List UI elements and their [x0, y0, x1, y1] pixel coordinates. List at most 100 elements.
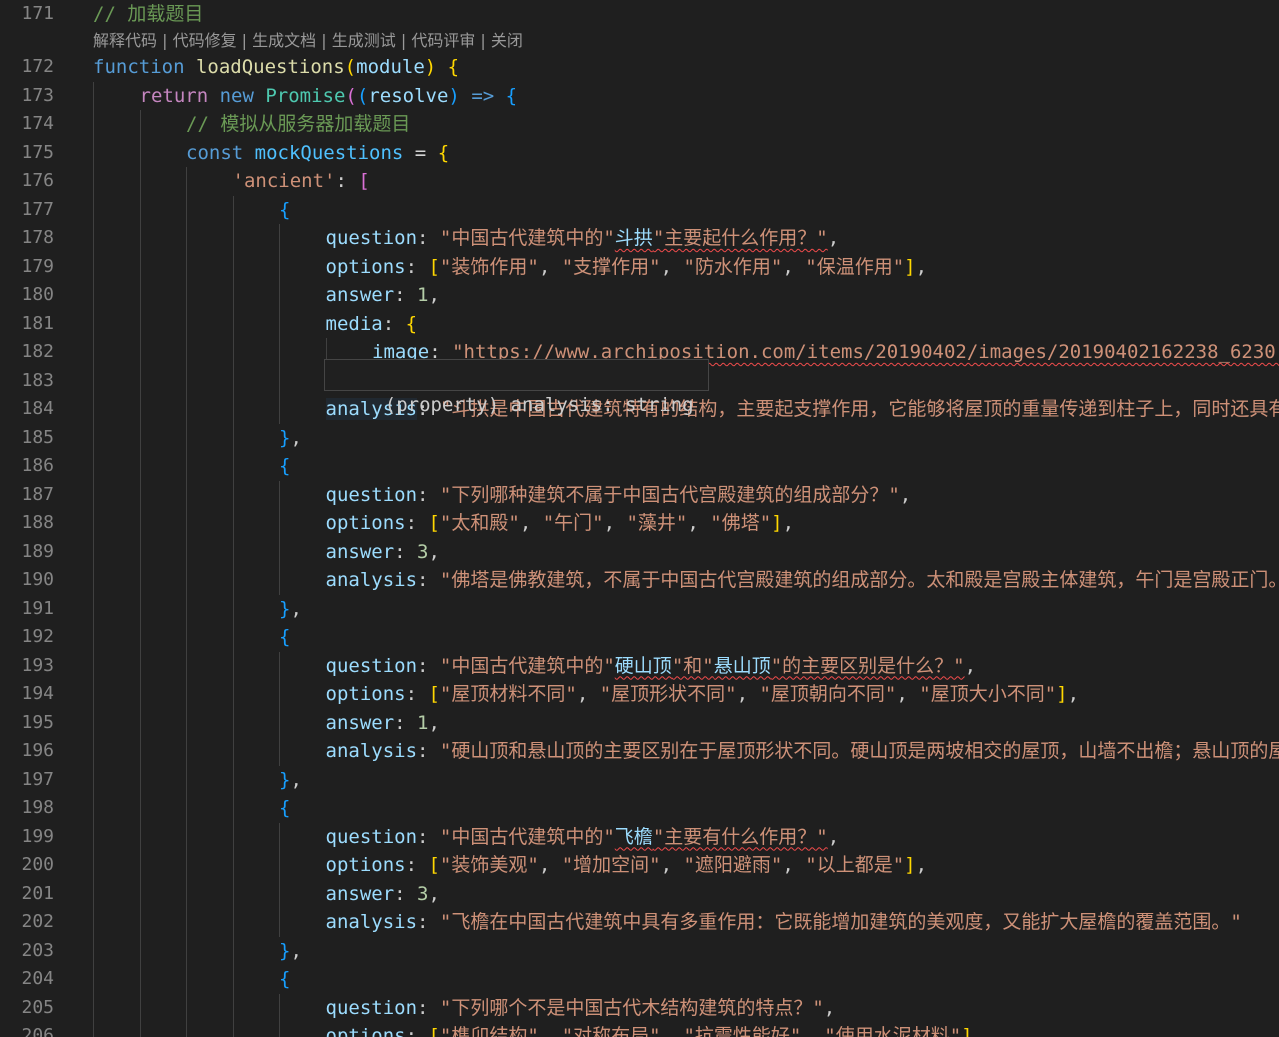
codelens-separator: | — [395, 31, 412, 50]
code-token: "屋顶大小不同" — [919, 683, 1057, 705]
code-token: = — [403, 141, 438, 164]
code-line[interactable]: { — [279, 623, 290, 652]
line-number: 176 — [21, 170, 54, 191]
code-token: // 模拟从服务器加载题目 — [186, 113, 411, 135]
code-line[interactable]: }, — [279, 424, 302, 453]
code-line[interactable]: question: "下列哪种建筑不属于中国古代宫殿建筑的组成部分？", — [326, 481, 912, 510]
line-number: 177 — [21, 198, 54, 220]
code-line[interactable]: answer: 3, — [326, 880, 440, 909]
code-line[interactable]: question: "中国古代建筑中的"硬山顶"和"悬山顶"的主要区别是什么？"… — [326, 652, 977, 681]
code-token: ] — [771, 512, 783, 534]
code-token: , — [660, 854, 684, 876]
code-token: { — [279, 626, 291, 648]
code-token: "藻井" — [626, 512, 688, 534]
code-token: , — [428, 540, 440, 563]
code-line[interactable]: const mockQuestions = { — [186, 139, 449, 168]
code-line[interactable]: }, — [279, 595, 302, 624]
code-token: options — [325, 1025, 406, 1037]
code-line[interactable]: // 加载题目 — [93, 0, 203, 29]
code-line[interactable]: // 模拟从服务器加载题目 — [186, 110, 410, 139]
code-token: "和" — [671, 654, 714, 677]
code-token: , — [519, 512, 543, 534]
codelens-action-5[interactable]: 代码评审 — [411, 31, 475, 50]
code-token: options — [325, 512, 406, 534]
codelens-action-3[interactable]: 生成文档 — [252, 31, 316, 50]
code-token: , — [576, 683, 600, 705]
code-token: , — [290, 768, 302, 791]
code-line[interactable]: { — [279, 794, 290, 823]
codelens-action-6[interactable]: 关闭 — [491, 31, 523, 50]
codelens-separator: | — [157, 31, 173, 50]
code-line[interactable]: analysis: "佛塔是佛教建筑，不属于中国古代宫殿建筑的组成部分。太和殿是… — [326, 566, 1279, 595]
code-token: : — [405, 255, 429, 278]
code-line[interactable]: analysis: "飞檐在中国古代建筑中具有多重作用：它既能增加建筑的美观度，… — [326, 908, 1242, 937]
code-token: , — [782, 255, 806, 278]
code-line[interactable]: media: { — [326, 310, 418, 339]
code-token: "飞檐在中国古代建筑中具有多重作用：它既能增加建筑的美观度，又能扩大屋檐的覆盖范… — [439, 911, 1242, 933]
line-number: 172 — [21, 56, 54, 77]
code-line[interactable]: question: "中国古代建筑中的"斗拱"主要起什么作用？", — [326, 224, 840, 253]
codelens-action-4[interactable]: 生成测试 — [332, 31, 396, 50]
code-token: , — [1067, 683, 1080, 705]
line-number: 178 — [21, 227, 54, 248]
line-number: 183 — [21, 369, 54, 391]
code-token: { — [279, 968, 291, 990]
code-token: { — [279, 455, 291, 477]
code-token: "榫卯结构" — [439, 1025, 539, 1037]
code-editor[interactable]: // 加载题目 function loadQuestions(module) {r… — [0, 0, 1279, 1037]
hover-tooltip-text: (property) analysis: string — [384, 394, 694, 416]
code-token: , — [428, 711, 440, 734]
code-line[interactable]: question: "下列哪个不是中国古代木结构建筑的特点？", — [326, 994, 836, 1023]
code-token: analysis — [325, 740, 418, 762]
code-token: "装饰作用" — [439, 255, 539, 278]
indent-guide — [232, 195, 234, 1037]
code-token: "抗震性能好" — [683, 1025, 802, 1037]
code-token: , — [538, 255, 562, 278]
code-token: "主要起什么作用？" — [652, 227, 828, 249]
code-line[interactable]: }, — [279, 766, 302, 795]
code-line[interactable]: answer: 1, — [326, 281, 440, 310]
code-token: 硬山顶 — [614, 654, 672, 677]
code-token: "装饰美观" — [439, 854, 539, 876]
code-line[interactable]: answer: 3, — [326, 538, 440, 567]
code-line[interactable]: 'ancient': [ — [233, 167, 370, 196]
code-line[interactable]: options: ["榫卯结构", "对称布局", "抗震性能好", "使用水泥… — [326, 1022, 973, 1037]
code-token: , — [538, 854, 562, 876]
indent-guide — [186, 167, 187, 1037]
code-token: } — [279, 597, 291, 620]
code-token: "的主要区别是什么？" — [770, 654, 965, 677]
code-line[interactable]: { — [279, 965, 290, 994]
code-token: } — [279, 768, 291, 791]
code-line[interactable]: options: ["装饰作用", "支撑作用", "防水作用", "保温作用"… — [326, 253, 928, 282]
line-number: 186 — [21, 455, 54, 476]
code-line[interactable]: }, — [279, 937, 302, 966]
code-token: ] — [904, 854, 916, 876]
code-line[interactable]: function loadQuestions(module) { — [93, 53, 459, 82]
codelens-action-1[interactable]: 解释代码 — [93, 31, 157, 50]
code-line[interactable]: options: ["太和殿", "午门", "藻井", "佛塔"], — [326, 509, 795, 538]
code-token: [ — [358, 170, 370, 192]
code-line[interactable]: options: ["屋顶材料不同", "屋顶形状不同", "屋顶朝向不同", … — [326, 680, 1080, 709]
code-line[interactable]: analysis: "硬山顶和悬山顶的主要区别在于屋顶形状不同。硬山顶是两坡相交… — [326, 737, 1279, 766]
code-token: { — [405, 312, 418, 335]
code-area[interactable]: // 加载题目 function loadQuestions(module) {r… — [70, 0, 1279, 1037]
code-token: question — [325, 483, 418, 506]
line-number: 189 — [21, 540, 54, 562]
indent-guide — [279, 993, 280, 1037]
code-line[interactable]: { — [279, 452, 290, 481]
code-token: "主要有什么作用？" — [652, 825, 828, 848]
line-number: 196 — [21, 740, 54, 761]
code-line[interactable]: question: "中国古代建筑中的"飞檐"主要有什么作用？", — [326, 823, 840, 852]
code-line[interactable]: { — [279, 196, 290, 225]
line-number: 185 — [21, 426, 54, 448]
code-token: "中国古代建筑中的" — [439, 825, 615, 848]
code-token: , — [827, 227, 840, 249]
line-number: 200 — [21, 854, 54, 875]
line-number: 187 — [21, 483, 54, 505]
codelens-action-2[interactable]: 代码修复 — [173, 31, 237, 50]
code-line[interactable]: answer: 1, — [326, 709, 440, 738]
code-line[interactable]: return new Promise((resolve) => { — [140, 82, 518, 111]
code-line[interactable]: options: ["装饰美观", "增加空间", "遮阳避雨", "以上都是"… — [326, 851, 928, 880]
